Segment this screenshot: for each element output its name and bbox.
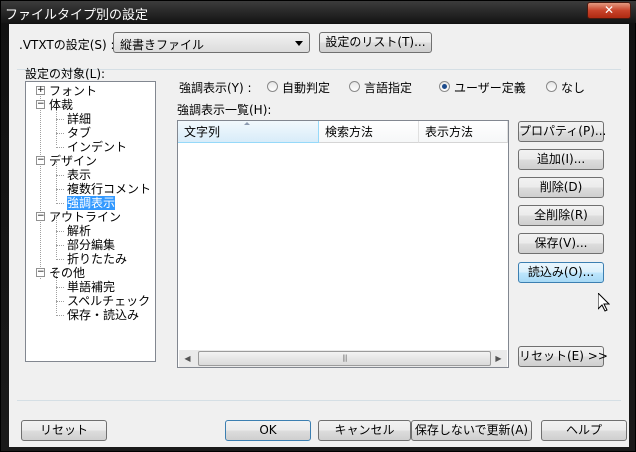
tree-connector — [56, 287, 64, 288]
tree-item[interactable]: フォント — [49, 84, 97, 98]
highlight-radio[interactable] — [267, 81, 278, 92]
tree-connector — [56, 147, 64, 148]
settings-dialog: ファイルタイプ別の設定 ✕ .VTXTの設定(S) : 縦書きファイル 設定のリ… — [0, 0, 636, 452]
close-icon: ✕ — [603, 3, 615, 17]
scroll-left-icon[interactable]: ◀ — [179, 350, 196, 367]
delete-button[interactable]: 削除(D) — [518, 177, 604, 198]
reset-list-button[interactable]: リセット(E) >> — [518, 346, 608, 367]
load-button[interactable]: 読込み(O)... — [518, 262, 604, 283]
tree-item[interactable]: 強調表示 — [67, 196, 116, 210]
column-header-display-method[interactable]: 表示方法 — [419, 121, 508, 143]
tree-connector — [40, 90, 41, 279]
tree-connector — [56, 119, 64, 120]
help-button[interactable]: ヘルプ — [541, 420, 627, 441]
tree-expander-icon[interactable]: + — [36, 86, 45, 95]
tree-connector — [56, 203, 64, 204]
apply-without-save-button[interactable]: 保存しないで更新(A) — [411, 420, 532, 441]
tree-item[interactable]: インデント — [67, 140, 127, 154]
tree-item[interactable]: 体裁 — [49, 98, 73, 112]
tree-item[interactable]: アウトライン — [49, 210, 121, 224]
properties-button[interactable]: プロパティ(P)... — [518, 121, 606, 142]
tree-expander-icon[interactable]: − — [36, 212, 45, 221]
tree-item[interactable]: 保存・読込み — [67, 308, 139, 322]
tree-connector — [56, 245, 64, 246]
tree-item[interactable]: 部分編集 — [67, 238, 115, 252]
dialog-body: .VTXTの設定(S) : 縦書きファイル 設定のリスト(T)... 設定の対象… — [9, 24, 629, 447]
tree-item[interactable]: 複数行コメント — [67, 182, 151, 196]
tree-connector — [56, 175, 64, 176]
title-bar: ファイルタイプ別の設定 ✕ — [1, 1, 636, 23]
highlight-list-label: 強調表示一覧(H): — [177, 103, 272, 117]
vtxt-settings-label: .VTXTの設定(S) : — [19, 38, 115, 52]
highlight-radio-label[interactable]: 言語指定 — [364, 79, 412, 96]
tree-connector — [56, 259, 64, 260]
reset-button[interactable]: リセット — [21, 420, 107, 441]
tree-connector — [56, 189, 64, 190]
tree-expander-icon[interactable]: − — [36, 156, 45, 165]
add-button[interactable]: 追加(I)... — [518, 149, 604, 170]
highlight-radio-label[interactable]: ユーザー定義 — [454, 79, 526, 96]
tree-connector — [56, 231, 64, 232]
highlight-label: 強調表示(Y) : — [179, 81, 252, 95]
highlight-radio-label[interactable]: なし — [561, 79, 585, 96]
close-button[interactable]: ✕ — [587, 2, 631, 19]
settings-list-button[interactable]: 設定のリスト(T)... — [319, 32, 432, 53]
tree-item[interactable]: 表示 — [67, 168, 91, 182]
window-title: ファイルタイプ別の設定 — [5, 8, 149, 23]
tree-expander-icon[interactable]: − — [36, 268, 45, 277]
settings-tree[interactable]: + フォント − 体裁 詳細 タブ インデント − デザイン 表示 複数行コメント 強調表示 − アウトラ… — [25, 81, 156, 362]
scroll-right-icon[interactable]: ▶ — [490, 350, 507, 367]
sort-arrow-icon — [244, 122, 250, 125]
file-type-value: 縦書きファイル — [120, 38, 205, 52]
highlight-radio-label[interactable]: 自動判定 — [282, 79, 330, 96]
cancel-button[interactable]: キャンセル — [318, 420, 411, 441]
tree-item[interactable]: スペルチェック — [67, 294, 150, 308]
tree-item[interactable]: 折りたたみ — [67, 252, 127, 266]
scroll-thumb[interactable]: ||| — [198, 351, 491, 366]
tree-connector — [56, 301, 64, 302]
tree-connector — [56, 315, 64, 316]
highlight-list[interactable]: 文字列 検索方法 表示方法 ◀ ||| ▶ — [177, 120, 509, 368]
tree-expander-icon[interactable]: − — [36, 100, 45, 109]
column-header-search-method[interactable]: 検索方法 — [319, 121, 419, 143]
target-label: 設定の対象(L): — [25, 67, 106, 81]
chevron-down-icon — [295, 41, 303, 46]
tree-item[interactable]: デザイン — [49, 154, 97, 168]
tree-item[interactable]: タブ — [67, 126, 91, 140]
ok-button[interactable]: OK — [225, 420, 311, 441]
tree-item[interactable]: 解析 — [67, 224, 91, 238]
delete-all-button[interactable]: 全削除(R) — [518, 205, 604, 226]
tree-item[interactable]: 詳細 — [67, 112, 91, 126]
save-button[interactable]: 保存(V)... — [518, 233, 604, 254]
mouse-cursor-icon — [598, 293, 610, 312]
tree-item[interactable]: その他 — [49, 266, 85, 280]
highlight-radio[interactable] — [439, 81, 450, 92]
tree-item[interactable]: 単語補完 — [67, 280, 115, 294]
highlight-radio[interactable] — [546, 81, 557, 92]
column-header-string[interactable]: 文字列 — [178, 121, 319, 143]
tree-connector — [56, 133, 64, 134]
highlight-radio[interactable] — [349, 81, 360, 92]
file-type-select[interactable]: 縦書きファイル — [113, 32, 310, 53]
horizontal-scrollbar[interactable]: ◀ ||| ▶ — [179, 350, 507, 367]
